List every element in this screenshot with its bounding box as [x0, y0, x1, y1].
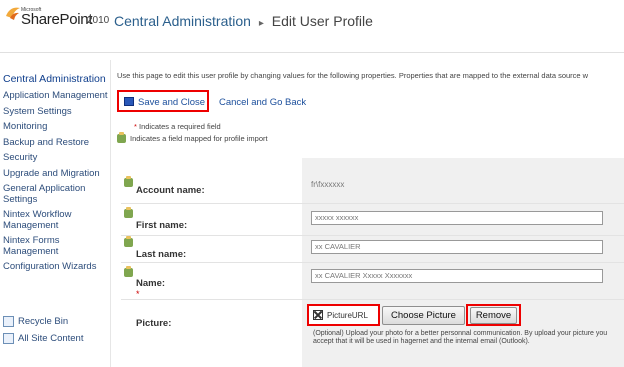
cancel-button[interactable]: Cancel and Go Back: [219, 97, 306, 108]
recycle-bin-icon: [3, 316, 14, 327]
mapped-field-icon: [117, 132, 126, 143]
choose-picture-button[interactable]: Choose Picture: [382, 306, 465, 325]
nav-item-security[interactable]: Security: [3, 152, 108, 164]
breadcrumb: Central Administration ▸ Edit User Profi…: [114, 13, 373, 29]
name-label: Name:: [136, 278, 166, 289]
save-disk-icon[interactable]: [124, 97, 134, 106]
last-name-input[interactable]: xx CAVALIER: [311, 240, 603, 254]
recycle-bin-link[interactable]: Recycle Bin: [3, 316, 83, 327]
nav-item-upgrade-migration[interactable]: Upgrade and Migration: [3, 168, 108, 180]
account-name-label: Account name:: [136, 185, 205, 196]
header-divider: [0, 52, 624, 53]
mapped-field-icon: [124, 176, 133, 187]
nav-item-nintex-forms[interactable]: Nintex Forms Management: [3, 235, 108, 257]
broken-image-icon: [313, 310, 323, 320]
required-note-text: Indicates a required field: [136, 122, 221, 131]
name-input[interactable]: xx CAVALIER Xxxxx Xxxxxxx: [311, 269, 603, 283]
mapped-note-text: Indicates a field mapped for profile imp…: [130, 134, 268, 143]
site-content-icon: [3, 333, 14, 344]
nav-item-application-management[interactable]: Application Management: [3, 90, 108, 102]
all-site-content-link[interactable]: All Site Content: [3, 333, 83, 344]
nav-item-backup-restore[interactable]: Backup and Restore: [3, 137, 108, 149]
left-navigation: Central Administration Application Manag…: [0, 66, 108, 278]
header-bar: Microsoft SharePoint 2010 Central Admini…: [0, 0, 624, 48]
remove-picture-button[interactable]: Remove: [470, 307, 517, 324]
mapped-field-icon: [124, 236, 133, 247]
nav-item-config-wizards[interactable]: Configuration Wizards: [3, 261, 108, 273]
account-name-value: fr\fxxxxxx: [311, 180, 345, 189]
mapped-note: Indicates a field mapped for profile imp…: [117, 132, 268, 143]
nav-item-general-app-settings[interactable]: General Application Settings: [3, 183, 108, 205]
picture-label: Picture:: [136, 318, 172, 329]
nav-bottom-links: Recycle Bin All Site Content: [3, 316, 83, 350]
row-divider: [121, 299, 624, 300]
breadcrumb-root[interactable]: Central Administration: [114, 13, 251, 29]
nav-divider: [110, 60, 111, 367]
recycle-bin-label: Recycle Bin: [18, 316, 69, 327]
breadcrumb-separator-icon: ▸: [258, 18, 264, 29]
row-divider: [121, 203, 624, 204]
nav-item-system-settings[interactable]: System Settings: [3, 106, 108, 118]
all-site-content-label: All Site Content: [18, 333, 84, 344]
row-divider: [121, 262, 624, 263]
page-description: Use this page to edit this user profile …: [117, 71, 589, 80]
page-title: Edit User Profile: [271, 13, 373, 29]
product-name: SharePoint: [21, 11, 93, 28]
save-and-close-button[interactable]: Save and Close: [138, 97, 205, 108]
required-note: * Indicates a required field: [134, 122, 221, 131]
product-version: 2010: [87, 15, 110, 26]
mapped-field-icon: [124, 207, 133, 218]
sharepoint-logo-icon: [6, 7, 20, 20]
picture-help-text: (Optional) Upload your photo for a bette…: [313, 330, 608, 345]
first-name-input[interactable]: xxxxx xxxxxx: [311, 211, 603, 225]
picture-url-image: PictureURL: [327, 311, 368, 320]
nav-item-monitoring[interactable]: Monitoring: [3, 121, 108, 133]
row-divider: [121, 235, 624, 236]
name-required-star: *: [136, 289, 140, 299]
last-name-label: Last name:: [136, 249, 187, 260]
mapped-field-icon: [124, 266, 133, 277]
nav-title[interactable]: Central Administration: [3, 74, 108, 85]
nav-item-nintex-workflow[interactable]: Nintex Workflow Management: [3, 209, 108, 231]
first-name-label: First name:: [136, 220, 188, 231]
